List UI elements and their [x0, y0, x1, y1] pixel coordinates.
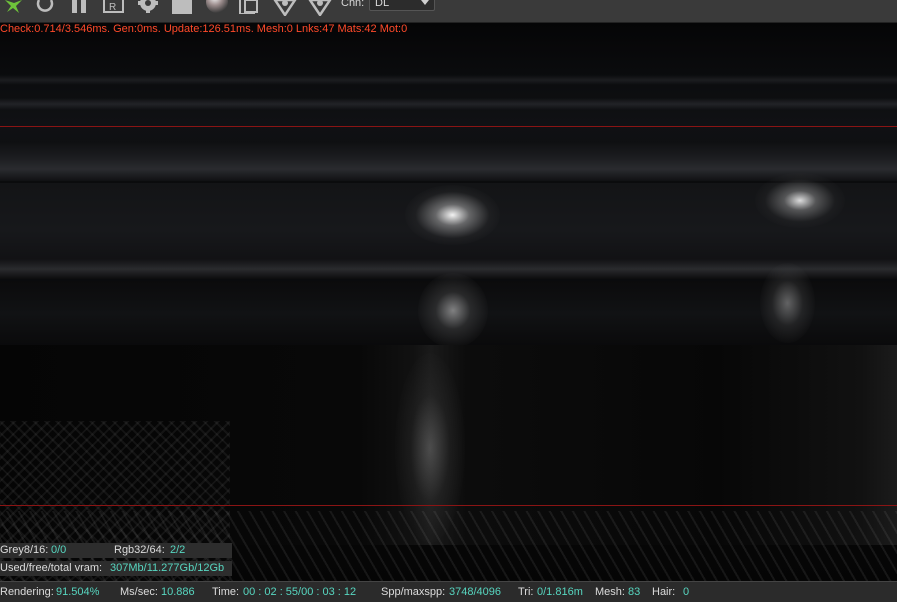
mesh-label: Mesh: — [595, 586, 625, 598]
grey-value: 0/0 — [51, 544, 67, 556]
render-toolbar: R Chn: DL — [0, 0, 897, 23]
channel-label: Chn: — [341, 0, 365, 9]
pick-focus-icon[interactable] — [273, 0, 297, 16]
render-band — [0, 75, 897, 85]
region-bottom-line — [0, 505, 897, 506]
specular-highlight — [405, 185, 500, 245]
rgb-label: Rgb32/64: — [114, 544, 165, 556]
vram-panel: Used/free/total vram: 307Mb/11.277Gb/12G… — [0, 561, 232, 576]
restart-icon[interactable] — [35, 0, 55, 14]
specular-highlight — [760, 263, 815, 343]
chevron-down-icon — [421, 0, 429, 5]
specular-highlight — [755, 173, 845, 228]
region-render-icon[interactable]: R — [103, 0, 125, 14]
status-bar: Rendering: 91.504% Ms/sec: 10.886 Time: … — [0, 581, 897, 602]
ms-value: 10.886 — [161, 586, 195, 598]
grey-label: Grey8/16: — [0, 544, 49, 556]
hair-value: 0 — [683, 586, 690, 598]
tri-label: Tri: — [518, 586, 534, 598]
spp-value: 3748/4096 — [449, 586, 501, 598]
rendering-label: Rendering: — [0, 586, 54, 598]
rgb-value: 2/2 — [170, 544, 186, 556]
svg-text:R: R — [109, 2, 116, 13]
debug-stats: Check:0.714/3.546ms. Gen:0ms. Update:126… — [0, 23, 408, 35]
region-top-line — [0, 126, 897, 127]
render-band — [0, 98, 897, 110]
material-ball-icon[interactable] — [205, 0, 229, 14]
specular-highlight — [418, 273, 488, 348]
render-viewport[interactable]: Check:0.714/3.546ms. Gen:0ms. Update:126… — [0, 23, 897, 581]
spp-label: Spp/maxspp: — [381, 586, 446, 598]
stop-icon[interactable] — [172, 0, 192, 14]
octane-logo-icon[interactable] — [2, 0, 24, 14]
time-label: Time: — [212, 586, 240, 598]
settings-icon[interactable] — [136, 0, 160, 14]
channel-value: DL — [375, 0, 390, 9]
texture-count-panel: Grey8/16: 0/0 Rgb32/64: 2/2 — [0, 543, 232, 558]
render-band — [0, 141, 897, 181]
ms-label: Ms/sec: — [120, 586, 158, 598]
vram-value: 307Mb/11.277Gb/12Gb — [110, 562, 225, 574]
channel-select[interactable]: DL — [369, 0, 435, 11]
mesh-value: 83 — [628, 586, 641, 598]
pause-icon[interactable] — [70, 0, 90, 14]
tri-value: 0/1.816m — [537, 586, 583, 598]
pick-material-icon[interactable] — [308, 0, 332, 16]
vram-label: Used/free/total vram: — [0, 562, 103, 574]
hair-label: Hair: — [652, 586, 676, 598]
clipboard-icon[interactable] — [238, 0, 262, 14]
rendering-value: 91.504% — [56, 586, 100, 598]
time-value: 00 : 02 : 55/00 : 03 : 12 — [243, 586, 357, 598]
